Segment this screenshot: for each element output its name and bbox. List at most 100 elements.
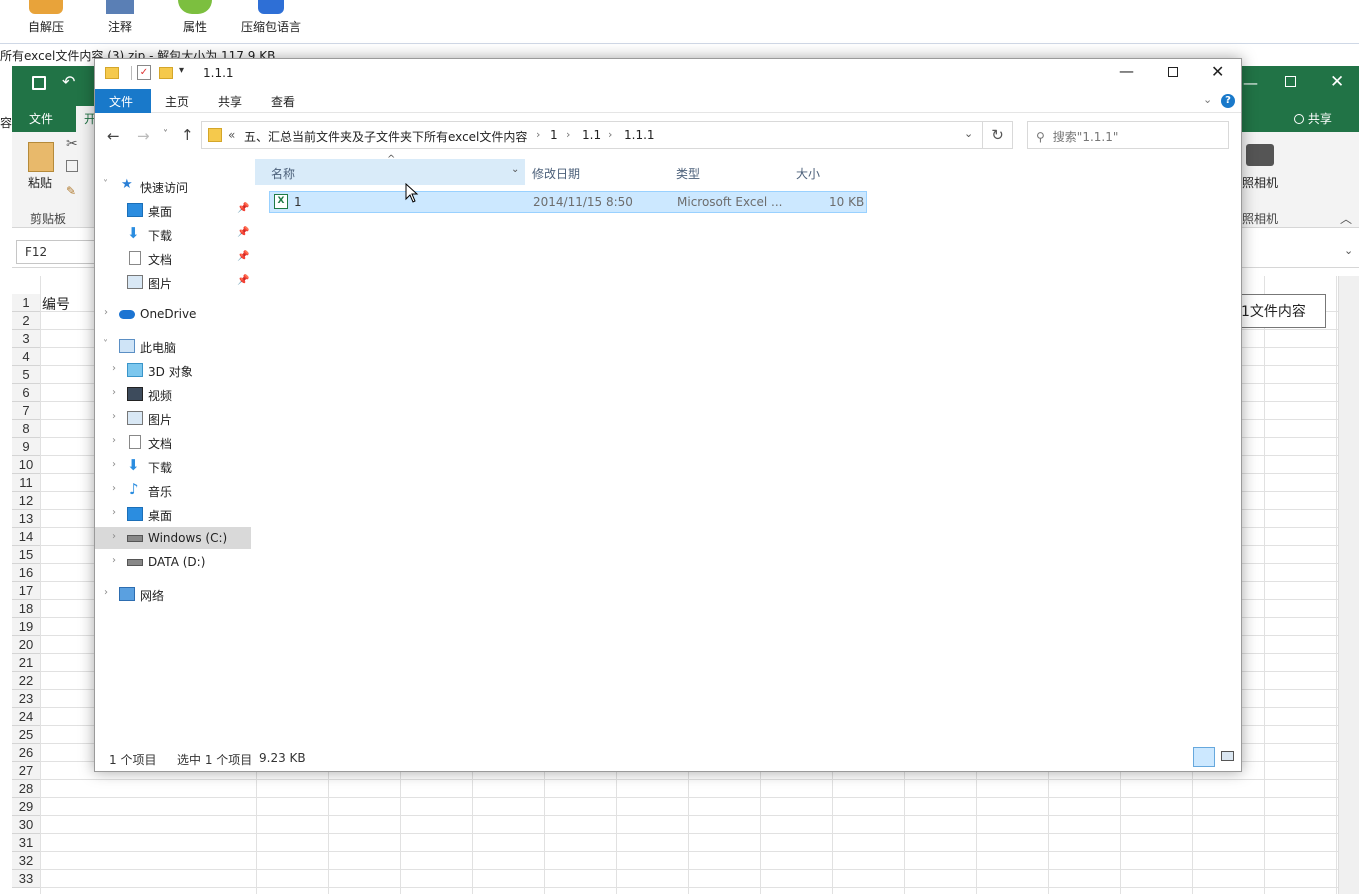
column-date-header[interactable]: 修改日期 [532,159,672,185]
chevron-right-icon[interactable]: › [112,459,116,470]
copy-icon[interactable] [66,160,78,172]
column-type-header[interactable]: 类型 [676,159,786,185]
help-icon[interactable]: ? [1221,94,1235,108]
chevron-right-icon[interactable]: › [112,531,116,542]
row-header[interactable]: 6 [12,384,40,402]
address-bar[interactable]: « 五、汇总当前文件夹及子文件夹下所有excel文件内容 › 1 › 1.1 ›… [201,121,983,149]
refresh-button[interactable]: ↻ [983,121,1013,149]
chevron-right-icon[interactable]: › [112,363,116,374]
name-box[interactable]: F12 [16,240,96,264]
excel-share-button[interactable]: 共享 [1294,110,1332,127]
row-header[interactable]: 1 [12,294,40,312]
row-header[interactable]: 29 [12,798,40,816]
excel-close-icon[interactable]: ✕ [1330,72,1344,92]
row-header[interactable]: 32 [12,852,40,870]
properties-icon[interactable]: ✓ [137,65,151,80]
nav-pc-music[interactable]: › ♪ 音乐 [95,479,251,501]
paste-label[interactable]: 粘贴 [28,174,52,191]
nav-quick-pictures[interactable]: 图片 📌 [95,271,251,293]
column-size-header[interactable]: 大小 [796,159,856,185]
row-header[interactable]: 22 [12,672,40,690]
nav-pc-3d-objects[interactable]: › 3D 对象 [95,359,251,381]
row-header[interactable]: 16 [12,564,40,582]
maximize-icon[interactable] [1168,67,1178,77]
excel-vertical-scrollbar[interactable] [1338,276,1359,894]
new-folder-icon[interactable] [159,67,173,79]
info-button[interactable]: 属性 [175,0,215,35]
camera-label[interactable]: 照相机 [1242,174,1278,191]
row-header[interactable]: 11 [12,474,40,492]
row-header[interactable]: 15 [12,546,40,564]
large-icons-view-icon[interactable] [1217,747,1239,767]
column-name-header[interactable]: 名称 ^ ⌄ [255,154,525,185]
chevron-right-icon[interactable]: › [112,555,116,566]
expand-formula-icon[interactable]: ⌄ [1344,244,1353,257]
row-header[interactable]: 7 [12,402,40,420]
excel-tab-file[interactable]: 文件 [12,106,70,132]
row-header[interactable]: 5 [12,366,40,384]
nav-pc-data-d[interactable]: › DATA (D:) [95,551,251,573]
sfx-button[interactable]: 自解压 [26,0,66,35]
row-header[interactable]: 14 [12,528,40,546]
pin-icon[interactable]: 📌 [237,227,249,238]
row-header[interactable]: 33 [12,870,40,888]
row-header[interactable]: 30 [12,816,40,834]
row-header[interactable]: 19 [12,618,40,636]
nav-network[interactable]: › 网络 [95,583,251,605]
language-button[interactable]: 压缩包语言 [240,0,302,35]
paste-icon[interactable] [28,142,54,172]
row-header[interactable]: 3 [12,330,40,348]
row-header[interactable]: 23 [12,690,40,708]
tab-home[interactable]: 主页 [151,89,203,113]
close-icon[interactable]: ✕ [1211,62,1224,81]
breadcrumb-item[interactable]: 五、汇总当前文件夹及子文件夹下所有excel文件内容 [244,128,527,145]
minimize-icon[interactable]: — [1119,62,1134,80]
chevron-down-icon[interactable]: ˅ [103,179,108,190]
pin-icon[interactable]: 📌 [237,203,249,214]
row-header[interactable]: 4 [12,348,40,366]
breadcrumb-item-current[interactable]: 1.1.1 [624,128,655,142]
format-painter-icon[interactable]: ✎ [66,184,76,198]
excel-maximize-icon[interactable] [1285,76,1296,87]
file-row[interactable]: X 1 2014/11/15 8:50 Microsoft Excel ... … [269,191,867,213]
row-header[interactable]: 28 [12,780,40,798]
cell-header-text[interactable]: 1文件内容 [1236,294,1326,328]
chevron-right-icon[interactable]: › [112,387,116,398]
chevron-right-icon[interactable]: › [112,411,116,422]
row-header[interactable]: 12 [12,492,40,510]
nav-onedrive[interactable]: › OneDrive [95,303,251,325]
save-icon[interactable] [32,76,46,90]
row-header[interactable]: 24 [12,708,40,726]
nav-quick-access[interactable]: ˅ ★ 快速访问 [95,175,251,197]
column-dropdown-icon[interactable]: ⌄ [511,164,519,175]
breadcrumb-item[interactable]: 1 [550,128,558,142]
row-header[interactable]: 20 [12,636,40,654]
row-header[interactable]: 9 [12,438,40,456]
tab-file[interactable]: 文件 [95,89,151,113]
comment-button[interactable]: 注释 [100,0,140,35]
nav-pc-desktop[interactable]: › 桌面 [95,503,251,525]
row-header[interactable]: 27 [12,762,40,780]
address-dropdown-icon[interactable]: ⌄ [964,127,973,140]
row-header[interactable]: 13 [12,510,40,528]
row-header[interactable]: 26 [12,744,40,762]
nav-pc-pictures[interactable]: › 图片 [95,407,251,429]
chevron-right-icon[interactable]: › [112,483,116,494]
search-box[interactable]: ⚲ 搜索"1.1.1" [1027,121,1229,149]
camera-icon[interactable] [1246,144,1274,166]
row-header[interactable]: 18 [12,600,40,618]
recent-locations-icon[interactable]: ˅ [163,129,168,140]
breadcrumb-item[interactable]: 1.1 [582,128,601,142]
cut-icon[interactable]: ✂ [66,136,78,152]
excel-minimize-icon[interactable]: — [1243,74,1258,92]
cell-a1[interactable]: 编号 [42,294,70,314]
tab-share[interactable]: 共享 [204,89,256,113]
pin-icon[interactable]: 📌 [237,251,249,262]
nav-quick-desktop[interactable]: 桌面 📌 [95,199,251,221]
nav-pc-videos[interactable]: › 视频 [95,383,251,405]
customize-qat-icon[interactable]: ▾ [179,65,184,76]
nav-pc-downloads[interactable]: › ⬇ 下载 [95,455,251,477]
row-header[interactable]: 25 [12,726,40,744]
chevron-right-icon[interactable]: › [112,435,116,446]
forward-icon[interactable]: → [137,127,150,145]
